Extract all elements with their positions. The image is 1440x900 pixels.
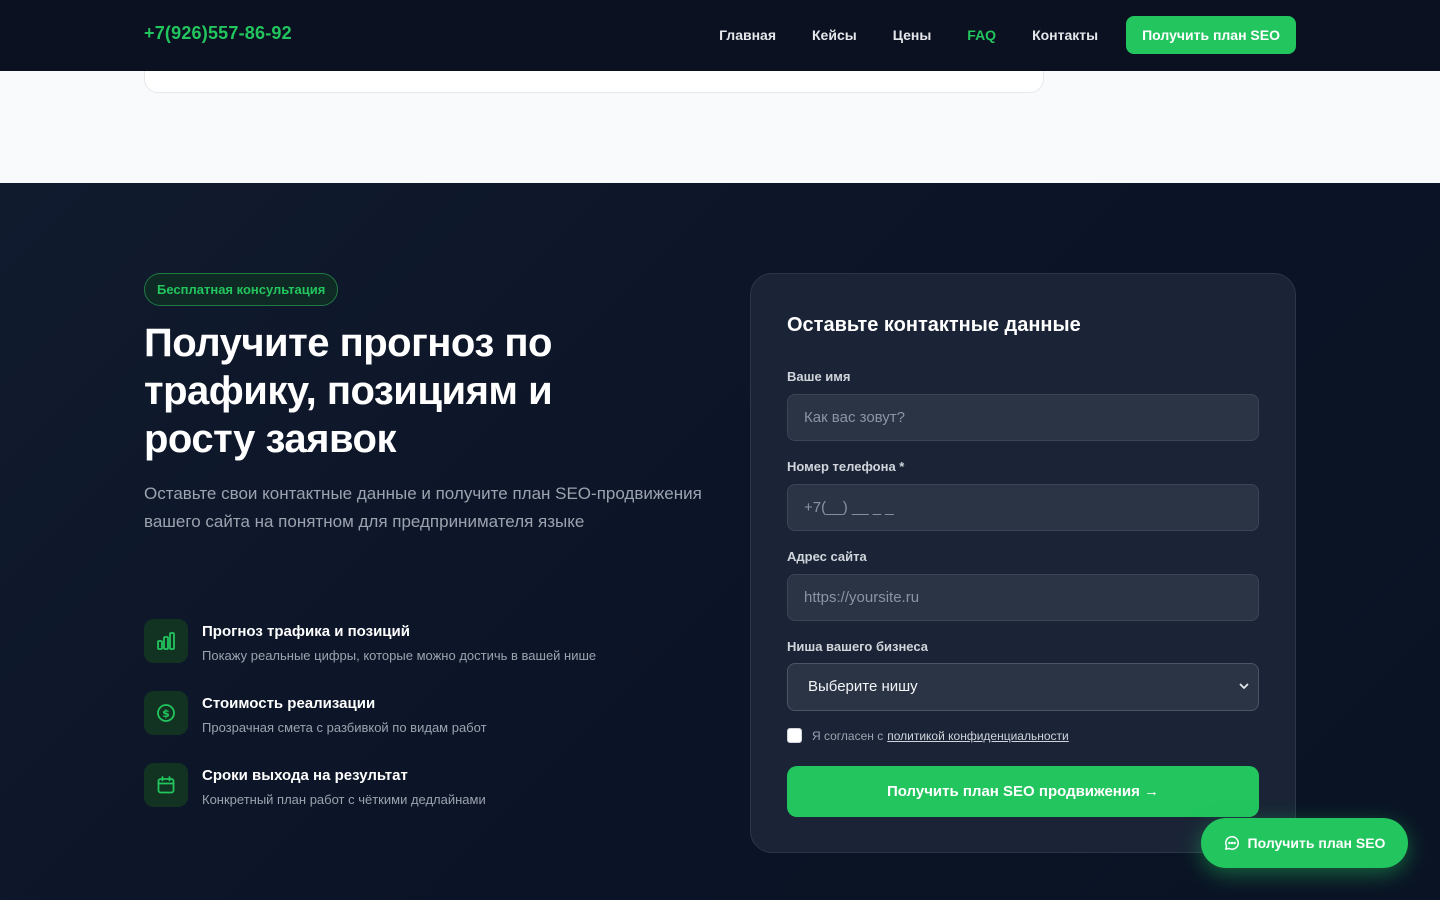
nav-item-faq[interactable]: FAQ	[967, 27, 996, 43]
phone-label: Номер телефона *	[787, 459, 905, 474]
floating-cta-label: Получить план SEO	[1247, 835, 1386, 851]
header-cta-button[interactable]: Получить план SEO	[1126, 16, 1296, 54]
feature-list: Прогноз трафика и позиций Покажу реальны…	[144, 619, 704, 835]
feature-description: Покажу реальные цифры, которые можно дос…	[202, 648, 597, 663]
phone-link[interactable]: +7(926)557-86-92	[144, 23, 292, 44]
form-title: Оставьте контактные данные	[787, 314, 1081, 336]
site-label: Адрес сайта	[787, 549, 867, 564]
nav-item-home[interactable]: Главная	[719, 27, 776, 43]
consultation-badge: Бесплатная консультация	[144, 273, 339, 306]
privacy-policy-link[interactable]: политикой конфиденциальности	[887, 729, 1068, 743]
niche-select-value: Выберите нишу	[808, 678, 918, 695]
submit-button[interactable]: Получить план SEO продвижения →	[787, 766, 1259, 817]
contact-form-card: Оставьте контактные данные Ваше имя Номе…	[750, 273, 1296, 853]
feature-description: Прозрачная смета с разбивкой по видам ра…	[202, 720, 487, 735]
section-lead: Оставьте свои контактные данные и получи…	[144, 484, 702, 531]
nav-item-contacts[interactable]: Контакты	[1032, 27, 1098, 43]
calendar-icon	[144, 763, 188, 807]
bar-chart-icon	[144, 619, 188, 663]
nav-item-cases[interactable]: Кейсы	[812, 27, 857, 43]
name-input[interactable]	[787, 394, 1259, 441]
feature-title: Стоимость реализации	[202, 695, 376, 712]
main-nav: Главная Кейсы Цены FAQ Контакты Получить…	[683, 16, 1296, 54]
dollar-circle-icon: $	[144, 691, 188, 735]
chat-icon	[1224, 835, 1240, 851]
feature-item: $ Стоимость реализации Прозрачная смета …	[144, 691, 704, 763]
niche-label: Ниша вашего бизнеса	[787, 639, 928, 654]
feature-title: Прогноз трафика и позиций	[202, 623, 410, 640]
feature-item: Сроки выхода на результат Конкретный пла…	[144, 763, 704, 835]
svg-text:$: $	[162, 707, 170, 720]
floating-cta-button[interactable]: Получить план SEO	[1201, 818, 1408, 868]
consent-row: Я согласен с политикой конфиденциальност…	[787, 728, 1069, 743]
consultation-section: Бесплатная консультация Получите прогноз…	[0, 183, 1440, 900]
phone-input[interactable]	[787, 484, 1259, 531]
section-headline: Получите прогноз по трафику, позициям и …	[144, 321, 553, 461]
consent-checkbox[interactable]	[787, 728, 802, 743]
consent-text: Я согласен с	[812, 728, 884, 743]
name-label: Ваше имя	[787, 369, 851, 384]
niche-select[interactable]: Выберите нишу	[787, 663, 1259, 711]
feature-title: Сроки выхода на результат	[202, 767, 408, 784]
site-url-input[interactable]	[787, 574, 1259, 621]
previous-section	[0, 51, 1440, 183]
feature-item: Прогноз трафика и позиций Покажу реальны…	[144, 619, 704, 691]
chevron-down-icon	[1238, 664, 1250, 729]
feature-description: Конкретный план работ с чёткими дедлайна…	[202, 792, 486, 807]
top-navbar: +7(926)557-86-92 Главная Кейсы Цены FAQ …	[0, 0, 1440, 71]
nav-item-prices[interactable]: Цены	[893, 27, 932, 43]
